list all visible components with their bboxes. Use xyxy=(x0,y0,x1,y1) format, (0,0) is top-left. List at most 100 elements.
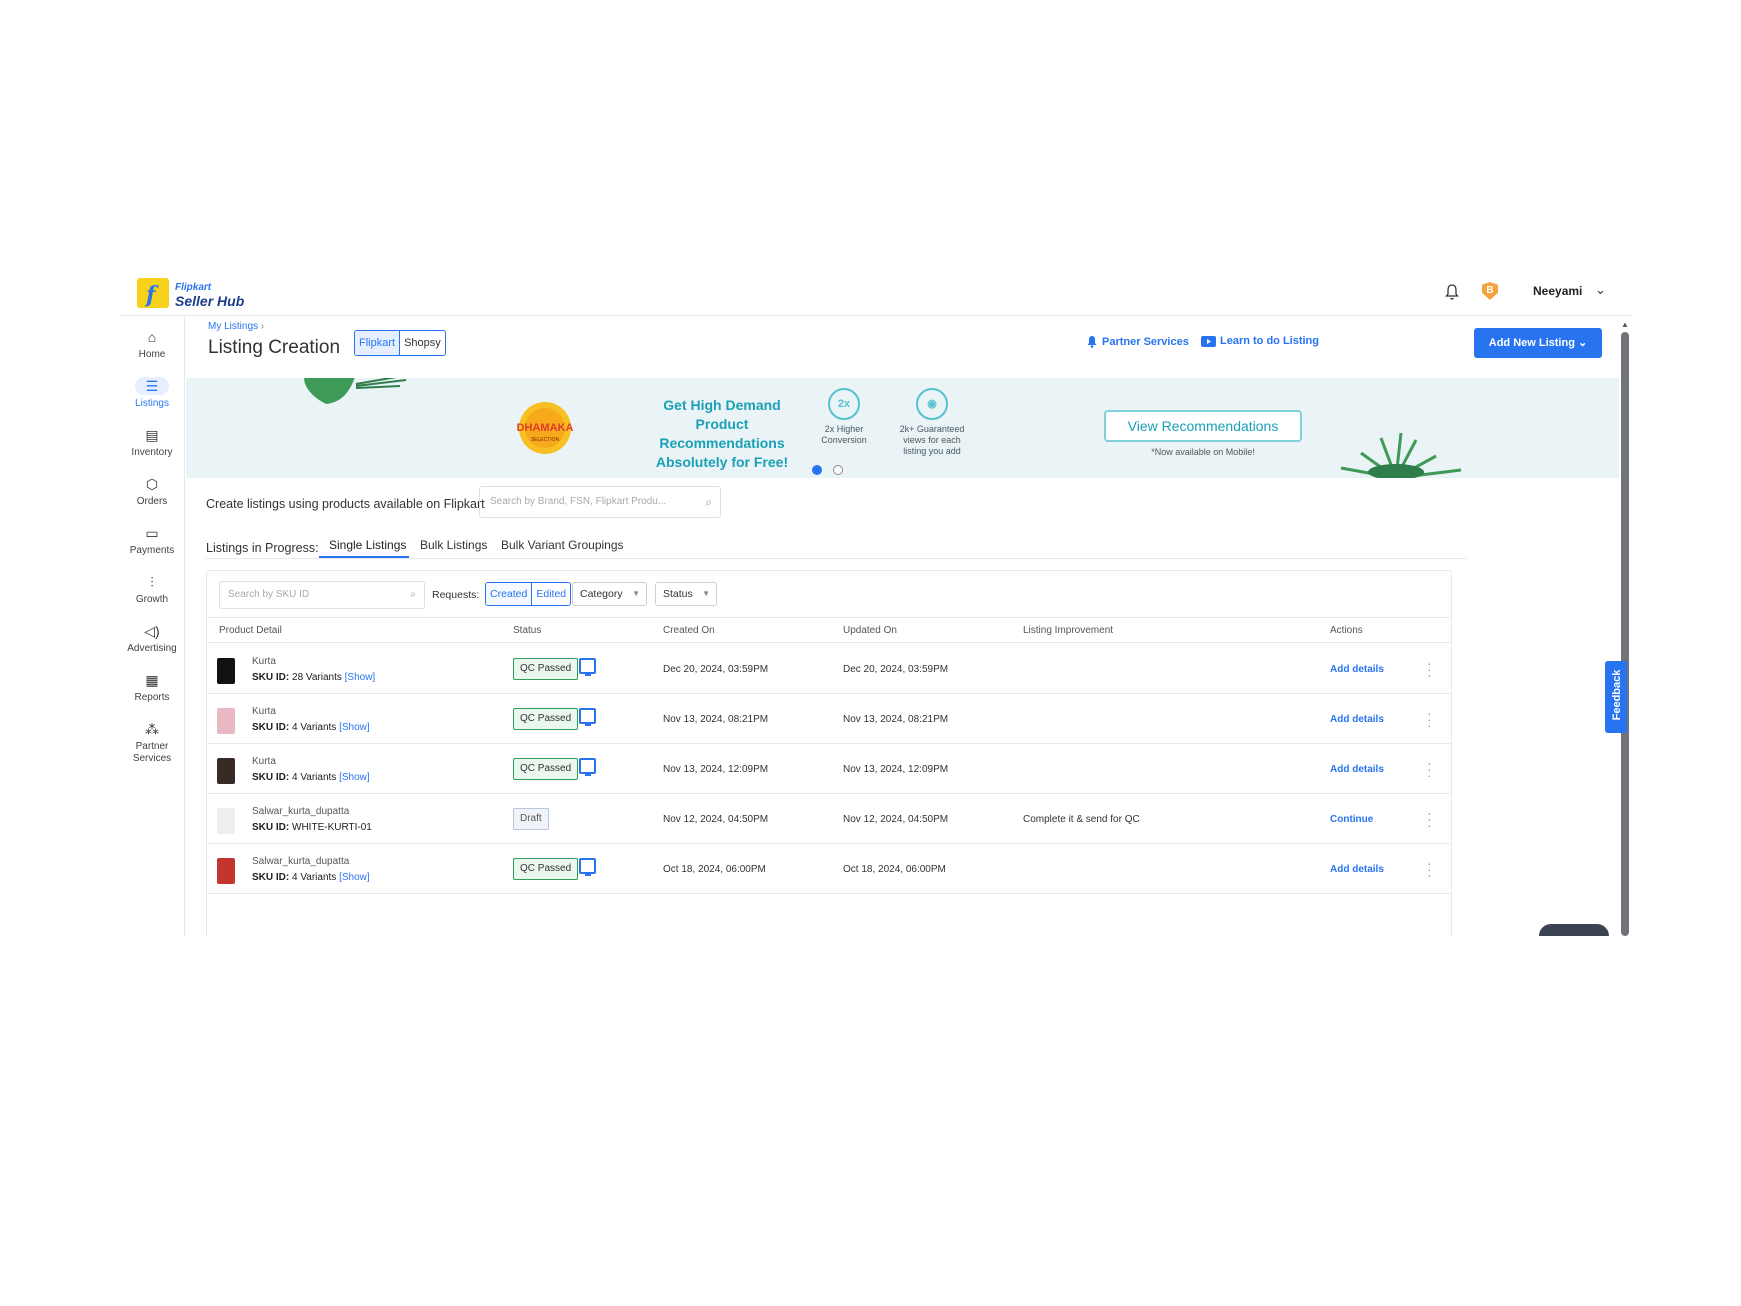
tab-bulk-listings[interactable]: Bulk Listings xyxy=(420,538,487,552)
col-created-on: Created On xyxy=(663,625,715,636)
search-icon: ⌕ xyxy=(410,589,416,600)
more-options-icon[interactable]: · · · xyxy=(1427,856,1432,882)
status-badge: QC Passed xyxy=(513,658,579,680)
sidebar-item-advertising[interactable]: ◁) Advertising xyxy=(119,622,185,655)
requests-edited[interactable]: Edited xyxy=(532,583,570,605)
product-thumbnail[interactable] xyxy=(217,708,235,734)
monitor-preview-icon[interactable] xyxy=(579,658,596,676)
tab-single-listings[interactable]: Single Listings xyxy=(329,538,406,552)
tabs-divider xyxy=(206,558,1466,559)
col-status: Status xyxy=(513,625,542,636)
carousel-dot[interactable] xyxy=(833,465,843,475)
megaphone-icon: ◁) xyxy=(144,623,160,639)
show-variants-link[interactable]: [Show] xyxy=(339,872,370,883)
feature-text: listing you add xyxy=(903,446,961,456)
sidebar-item-home[interactable]: ⌂ Home xyxy=(119,328,185,361)
sidebar-item-growth[interactable]: ⫶ Growth xyxy=(119,573,185,606)
scroll-up-arrow-icon[interactable]: ▲ xyxy=(1621,320,1629,329)
status-badge: Draft xyxy=(513,808,549,830)
learn-listing-link[interactable]: Learn to do Listing xyxy=(1201,335,1319,347)
search-icon: ⌕ xyxy=(705,495,712,509)
flipkart-seller-hub-logo[interactable]: f Flipkart Seller Hub xyxy=(137,276,247,312)
product-thumbnail[interactable] xyxy=(217,858,235,884)
created-on: Oct 18, 2024, 06:00PM xyxy=(663,864,766,875)
toggle-shopsy[interactable]: Shopsy xyxy=(400,331,445,355)
promo-banner[interactable]: DHAMAKA SELECTION Get High Demand Produc… xyxy=(186,378,1619,478)
show-variants-link[interactable]: [Show] xyxy=(345,672,376,683)
banner-headline-line: Get High Demand Product xyxy=(663,397,781,432)
dhamaka-selection-logo: DHAMAKA SELECTION xyxy=(517,402,573,454)
sidebar-item-listings[interactable]: ☰ Listings xyxy=(119,377,185,410)
monitor-preview-icon[interactable] xyxy=(579,758,596,776)
col-actions: Actions xyxy=(1330,625,1363,636)
add-new-listing-button[interactable]: Add New Listing ⌄ xyxy=(1474,328,1602,358)
table-row[interactable]: Salwar_kurta_dupatta SKU ID: 4 Variants [… xyxy=(207,844,1451,894)
sidebar-item-reports[interactable]: ▦ Reports xyxy=(119,671,185,704)
breadcrumb-link[interactable]: My Listings xyxy=(208,321,258,332)
help-chat-button[interactable] xyxy=(1539,924,1609,936)
tab-bulk-variant-groupings[interactable]: Bulk Variant Groupings xyxy=(501,538,624,552)
col-product-detail: Product Detail xyxy=(219,625,282,636)
main-content: My Listings › Listing Creation Flipkart … xyxy=(186,316,1633,936)
row-action-link[interactable]: Add details xyxy=(1330,764,1384,775)
table-row[interactable]: Kurta SKU ID: 4 Variants [Show] QC Passed N… xyxy=(207,694,1451,744)
product-thumbnail[interactable] xyxy=(217,808,235,834)
seller-badge-icon[interactable]: B xyxy=(1482,282,1498,300)
show-variants-link[interactable]: [Show] xyxy=(339,772,370,783)
row-action-link[interactable]: Add details xyxy=(1330,864,1384,875)
marketplace-toggle[interactable]: Flipkart Shopsy xyxy=(354,330,446,356)
product-thumbnail[interactable] xyxy=(217,658,235,684)
feature-text: views for each xyxy=(903,435,961,445)
product-sku: SKU ID: 4 Variants [Show] xyxy=(252,722,370,733)
sidebar-item-inventory[interactable]: ▤ Inventory xyxy=(119,426,185,459)
inventory-icon: ▤ xyxy=(145,427,159,443)
sidebar-item-partner-services[interactable]: ⁂ Partner Services xyxy=(119,720,185,765)
category-dropdown[interactable]: Category ▼ xyxy=(572,582,647,606)
table-row[interactable]: Kurta SKU ID: 28 Variants [Show] QC Passed… xyxy=(207,644,1451,694)
chevron-down-icon[interactable]: ⌄ xyxy=(1595,282,1606,298)
feedback-tab[interactable]: Feedback xyxy=(1605,661,1627,733)
sidebar-label: Growth xyxy=(135,594,169,605)
monitor-preview-icon[interactable] xyxy=(579,708,596,726)
product-sku: SKU ID: WHITE-KURTI-01 xyxy=(252,822,372,833)
more-options-icon[interactable]: · · · xyxy=(1427,656,1432,682)
status-label: Status xyxy=(663,588,693,600)
more-options-icon[interactable]: · · · xyxy=(1427,706,1432,732)
created-on: Nov 13, 2024, 12:09PM xyxy=(663,764,769,775)
scrollbar-thumb[interactable] xyxy=(1621,332,1629,936)
bell-icon[interactable] xyxy=(1444,283,1460,301)
breadcrumb[interactable]: My Listings › xyxy=(208,321,264,332)
requests-created[interactable]: Created xyxy=(486,583,533,605)
status-dropdown[interactable]: Status ▼ xyxy=(655,582,717,606)
status-badge: QC Passed xyxy=(513,858,579,880)
sidebar-label: Home xyxy=(138,349,166,360)
row-action-link[interactable]: Add details xyxy=(1330,664,1384,675)
table-row[interactable]: Salwar_kurta_dupatta SKU ID: WHITE-KURTI-… xyxy=(207,794,1451,844)
feature-text: 2x Higher xyxy=(824,424,864,434)
view-recommendations-button[interactable]: View Recommendations xyxy=(1104,410,1302,442)
sidebar-item-orders[interactable]: ⬡ Orders xyxy=(119,475,185,508)
sku-search-input[interactable]: Search by SKU ID ⌕ xyxy=(219,581,425,609)
table-row[interactable]: Kurta SKU ID: 4 Variants [Show] QC Passed N… xyxy=(207,744,1451,794)
more-options-icon[interactable]: · · · xyxy=(1427,806,1432,832)
show-variants-link[interactable]: [Show] xyxy=(339,722,370,733)
product-thumbnail[interactable] xyxy=(217,758,235,784)
partner-services-link[interactable]: Partner Services xyxy=(1086,335,1189,348)
mobile-note: *Now available on Mobile! xyxy=(1151,447,1255,457)
row-action-link[interactable]: Add details xyxy=(1330,714,1384,725)
logo-brand: Flipkart xyxy=(175,282,212,293)
row-action-link[interactable]: Continue xyxy=(1330,814,1373,825)
sidebar-item-payments[interactable]: ▭ Payments xyxy=(119,524,185,557)
more-options-icon[interactable]: · · · xyxy=(1427,756,1432,782)
sidebar-label: Listings xyxy=(135,398,169,409)
carousel-dot-active[interactable] xyxy=(812,465,822,475)
requests-toggle[interactable]: Created Edited xyxy=(485,582,572,606)
requests-label: Requests: xyxy=(432,589,480,601)
monitor-preview-icon[interactable] xyxy=(579,858,596,876)
sku-prefix: SKU ID: xyxy=(252,672,290,683)
learn-listing-label: Learn to do Listing xyxy=(1220,335,1319,347)
user-name[interactable]: Neeyami xyxy=(1533,284,1582,298)
toggle-flipkart[interactable]: Flipkart xyxy=(355,331,401,355)
eye-badge-icon: ◉ xyxy=(916,388,948,420)
product-search-input[interactable]: Search by Brand, FSN, Flipkart Produ... … xyxy=(479,486,721,518)
